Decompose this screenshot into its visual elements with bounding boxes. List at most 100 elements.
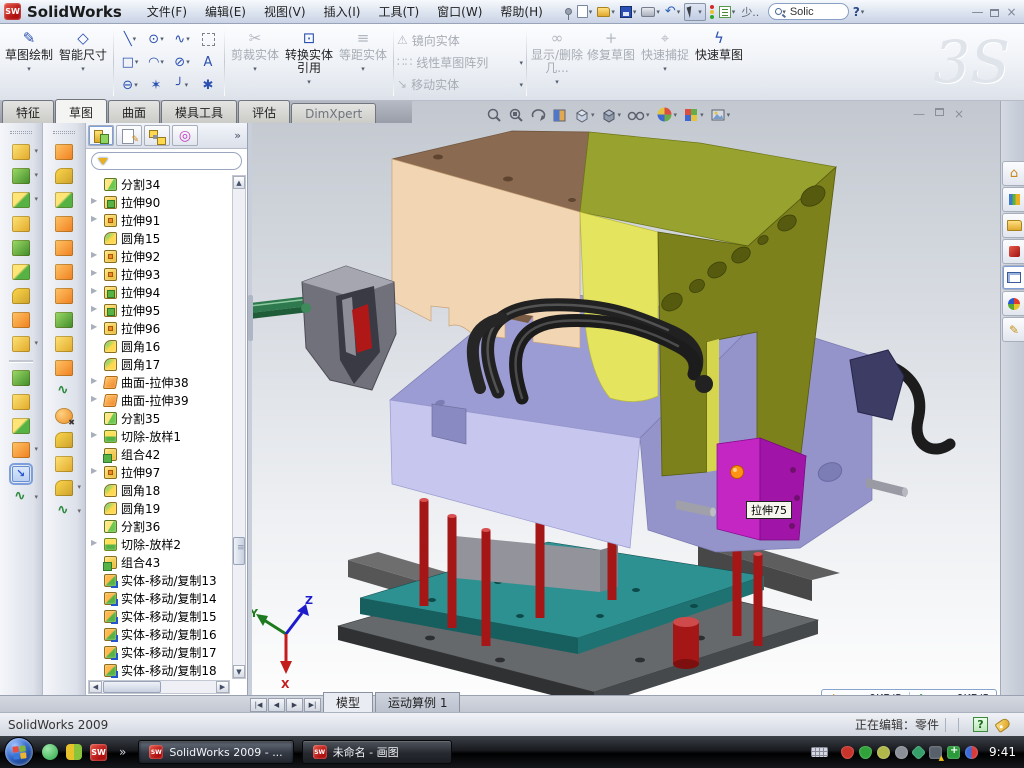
scroll-right-button[interactable]: ▶ (216, 681, 229, 693)
antivirus-icon[interactable] (841, 746, 854, 759)
command-tab[interactable]: DimXpert (291, 103, 376, 123)
instant3d[interactable] (12, 466, 30, 482)
tree-item[interactable]: ▶ 拉伸93 (88, 265, 230, 283)
doc-minimize-button[interactable]: — (913, 107, 925, 121)
separator[interactable] (9, 360, 33, 362)
configurationmanager-tab[interactable] (144, 125, 170, 146)
tree-horizontal-scrollbar[interactable]: ◀ ▶ (88, 680, 230, 694)
sketch-entity-button[interactable]: ⊙▾ (143, 28, 169, 51)
document-tab[interactable]: 运动算例 1 (375, 692, 460, 712)
expand-arrow-icon[interactable]: ▶ (91, 394, 97, 403)
ribbon-button[interactable]: ∞ 显示/删除几... ▾ (530, 26, 584, 98)
help-button[interactable]: ? (852, 3, 865, 21)
tree-item[interactable]: ▶ 曲面-拉伸39 (88, 391, 230, 409)
messenger-quicklaunch-icon[interactable] (42, 744, 58, 760)
clamp-unit[interactable] (250, 266, 396, 390)
restore-button[interactable] (990, 9, 999, 17)
expand-arrow-icon[interactable]: ▶ (91, 268, 97, 277)
edit-appearance-button[interactable]: ▾ (656, 106, 678, 123)
scrollbar-thumb[interactable] (103, 681, 161, 693)
extruded-boss[interactable] (12, 144, 30, 160)
trim-surface[interactable] (55, 480, 73, 496)
save-button[interactable] (619, 3, 638, 21)
pin-icon[interactable] (564, 3, 573, 21)
display-style-button[interactable]: ▾ (601, 107, 622, 123)
sketch-entity-button[interactable]: ╯▾ (169, 74, 195, 97)
tree-item[interactable]: ▶ 拉伸92 (88, 247, 230, 265)
dimxpertmanager-tab[interactable] (172, 125, 198, 146)
untrim-surface[interactable] (55, 504, 73, 520)
knit-surface[interactable] (55, 360, 73, 376)
menu-item[interactable]: 文件(F) (138, 1, 196, 22)
delete-face[interactable] (55, 408, 73, 424)
tree-item[interactable]: 分割34 (88, 175, 230, 193)
tree-item[interactable]: ▶ 拉伸97 (88, 463, 230, 481)
start-button[interactable] (4, 737, 34, 767)
offset-surface[interactable] (55, 312, 73, 328)
doc-nav-button[interactable]: ◀ (268, 698, 285, 712)
sketch-entity-button[interactable]: ✶▾ (143, 74, 169, 97)
extruded-surface[interactable] (55, 192, 73, 208)
ribbon-button[interactable]: ↘ 移动实体 ▾ (397, 74, 523, 94)
replace-face[interactable] (55, 432, 73, 448)
ribbon-button[interactable]: ∷∷ 线性草图阵列 ▾ (397, 52, 523, 72)
expand-arrow-icon[interactable]: ▶ (91, 538, 97, 547)
expand-arrow-icon[interactable]: ▶ (91, 250, 97, 259)
fillet[interactable] (12, 192, 30, 208)
menu-item[interactable]: 插入(I) (315, 1, 370, 22)
print-button[interactable] (640, 3, 661, 21)
linear-pattern[interactable] (12, 336, 30, 352)
tags-icon[interactable] (994, 716, 1011, 732)
3d-model-view[interactable]: Y Z X (248, 123, 1000, 695)
section-view-button[interactable] (552, 107, 568, 123)
sync-icon[interactable] (911, 744, 927, 760)
hose-manifold[interactable] (850, 350, 904, 420)
scroll-left-button[interactable]: ◀ (89, 681, 102, 693)
tree-item[interactable]: 实体-移动/复制18 (88, 661, 230, 679)
zoom-area-button[interactable] (508, 107, 524, 123)
dropdown-caret-icon[interactable]: ▾ (307, 76, 311, 89)
lofted-surface[interactable] (55, 216, 73, 232)
tree-item[interactable]: 实体-移动/复制17 (88, 643, 230, 661)
dropdown-caret-icon[interactable]: ▾ (361, 63, 365, 76)
menu-item[interactable]: 视图(V) (255, 1, 315, 22)
command-tab[interactable]: 评估 (238, 100, 290, 123)
menu-item[interactable]: 工具(T) (369, 1, 428, 22)
zoom-fit-button[interactable] (486, 107, 502, 123)
new-document-button[interactable] (576, 3, 594, 21)
solidworks-resources[interactable] (1002, 161, 1024, 186)
extruded-cut[interactable] (12, 168, 30, 184)
menu-item[interactable]: 帮助(H) (491, 1, 551, 22)
filled-surface[interactable] (55, 264, 73, 280)
lofted-boss[interactable] (12, 264, 30, 280)
tree-item[interactable]: 圆角19 (88, 499, 230, 517)
filter-input[interactable] (91, 152, 242, 170)
sketch-entity-button[interactable]: A▾ (195, 51, 221, 74)
health-icon[interactable] (947, 746, 960, 759)
ribbon-button[interactable]: ◇ 智能尺寸 ▾ (56, 26, 110, 98)
ribbon-button[interactable]: ⚠ 镜向实体 ▾ (397, 30, 523, 50)
dropdown-caret-icon[interactable]: ▾ (81, 63, 85, 76)
sketch-entity-button[interactable]: ⊖▾ (117, 74, 143, 97)
tree-item[interactable]: 圆角17 (88, 355, 230, 373)
tree-item[interactable]: ▶ 切除-放样2 (88, 535, 230, 553)
taskbar-task-button[interactable]: SW 未命名 - 画图 (302, 740, 452, 764)
doc-nav-button[interactable]: |◀ (250, 698, 267, 712)
tree-item[interactable]: ▶ 拉伸90 (88, 193, 230, 211)
curves[interactable] (12, 490, 30, 506)
view-orientation-button[interactable]: ▾ (574, 107, 595, 123)
panel-splitter[interactable] (247, 123, 252, 695)
tree-item[interactable]: 实体-移动/复制15 (88, 607, 230, 625)
toolbox[interactable] (1002, 239, 1024, 264)
sketch-entity-button[interactable]: ⊘▾ (169, 51, 195, 74)
swept-boss[interactable] (12, 240, 30, 256)
ribbon-button[interactable]: + 修复草图 ▾ (584, 26, 638, 98)
sketch-entity-button[interactable]: □▾ (117, 51, 143, 74)
dropdown-caret-icon[interactable]: ▾ (186, 58, 190, 66)
expand-arrow-icon[interactable]: ▶ (91, 376, 97, 385)
close-button[interactable]: × (1003, 5, 1020, 19)
dropdown-caret-icon[interactable]: ▾ (186, 35, 190, 43)
dome[interactable] (12, 418, 30, 434)
tree-vertical-scrollbar[interactable]: ▲ ▼ (232, 175, 246, 679)
messenger-icon[interactable] (965, 746, 978, 759)
